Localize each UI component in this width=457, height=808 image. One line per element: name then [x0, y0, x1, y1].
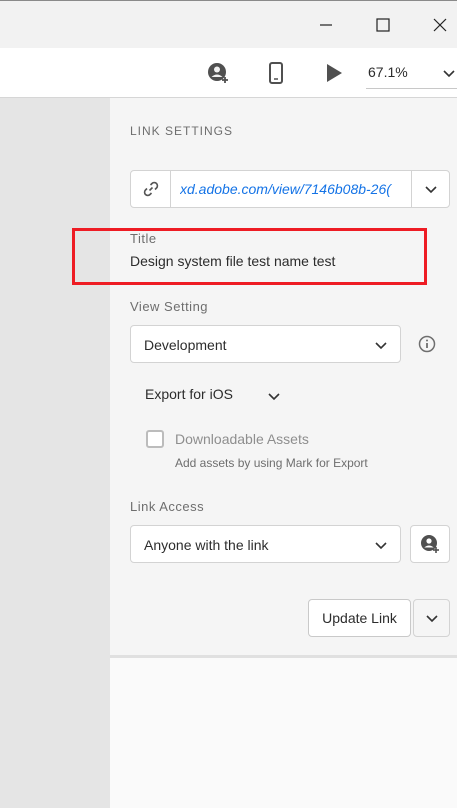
chevron-down-icon: [375, 342, 387, 350]
copy-link-button[interactable]: [131, 171, 171, 207]
minimize-icon[interactable]: [316, 15, 336, 35]
export-platform-dropdown[interactable]: Export for iOS: [145, 386, 295, 406]
link-field: xd.adobe.com/view/7146b08b-26(: [130, 170, 450, 208]
share-user-icon[interactable]: [206, 61, 230, 85]
zoom-dropdown[interactable]: 67.1%: [366, 60, 457, 89]
link-access-label: Link Access: [130, 499, 205, 514]
downloadable-assets-label[interactable]: Downloadable Assets: [175, 431, 309, 447]
chevron-down-icon: [375, 542, 387, 550]
design-canvas: [0, 98, 110, 808]
mobile-device-icon[interactable]: [264, 61, 288, 85]
link-options-button[interactable]: [411, 171, 449, 207]
link-access-value: Anyone with the link: [144, 537, 269, 553]
panel-footer-area: [110, 658, 457, 808]
chevron-down-icon: [268, 393, 280, 401]
share-panel: LINK SETTINGS xd.adobe.com/view/7146b08b…: [72, 98, 457, 658]
view-setting-label: View Setting: [130, 299, 209, 314]
chevron-down-icon: [443, 70, 455, 78]
export-platform-value: Export for iOS: [145, 386, 233, 402]
link-access-dropdown[interactable]: Anyone with the link: [130, 525, 401, 563]
close-icon[interactable]: [430, 15, 450, 35]
highlight-annotation: [72, 228, 427, 285]
chevron-down-icon: [425, 186, 437, 194]
link-icon: [143, 181, 159, 197]
maximize-icon[interactable]: [373, 15, 393, 35]
info-icon[interactable]: [418, 335, 436, 353]
play-icon[interactable]: [322, 61, 346, 85]
view-setting-value: Development: [144, 337, 227, 353]
invite-people-button[interactable]: [410, 525, 450, 563]
link-url[interactable]: xd.adobe.com/view/7146b08b-26(: [180, 181, 400, 197]
toolbar: 67.1%: [0, 48, 457, 98]
downloadable-assets-checkbox[interactable]: [146, 430, 164, 448]
window-titlebar: [0, 0, 457, 48]
zoom-value: 67.1%: [368, 64, 408, 80]
update-options-button[interactable]: [413, 599, 450, 637]
update-link-button[interactable]: Update Link: [308, 599, 411, 637]
downloadable-assets-help: Add assets by using Mark for Export: [175, 456, 368, 470]
chevron-down-icon: [426, 615, 438, 623]
view-setting-dropdown[interactable]: Development: [130, 325, 401, 363]
section-title: LINK SETTINGS: [130, 124, 234, 138]
invite-user-icon: [421, 535, 439, 553]
